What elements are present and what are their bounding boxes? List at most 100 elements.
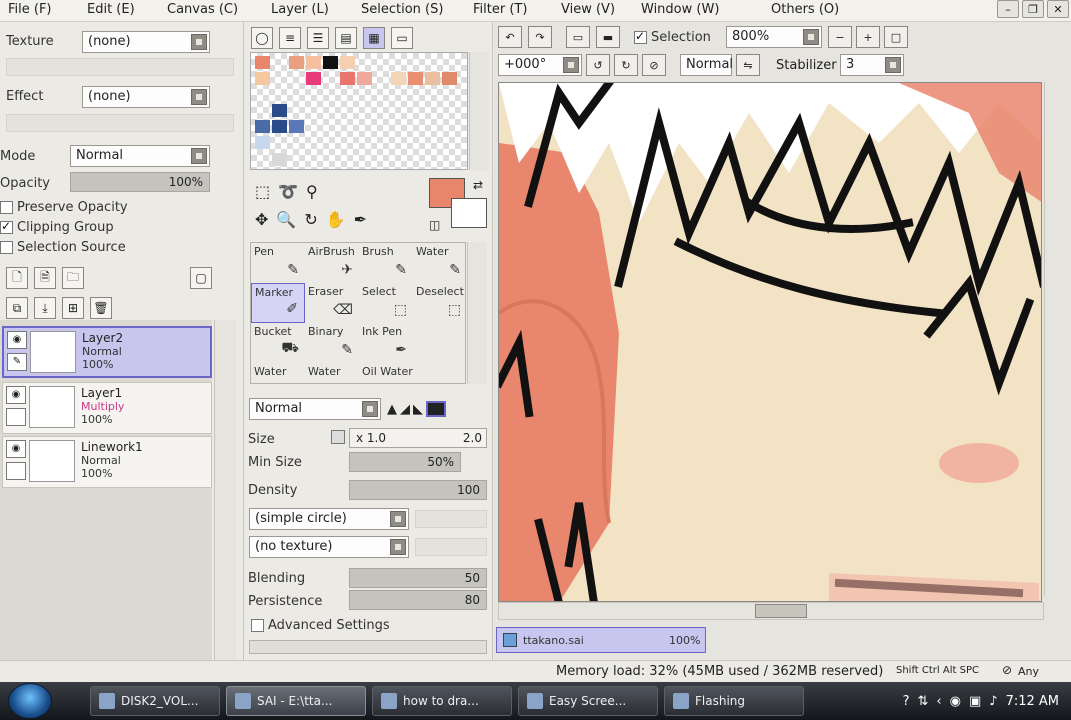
rotate-reset-icon[interactable]: ⊘ — [642, 54, 666, 76]
brush-texture-select[interactable]: (no texture) — [249, 536, 409, 558]
layer-item[interactable]: ◉ ✎ Layer2 Normal 100% — [2, 326, 212, 378]
swatch[interactable] — [272, 120, 287, 133]
merge-down-icon[interactable]: ⊞ — [62, 297, 84, 319]
swatch[interactable] — [340, 56, 355, 69]
edge-hard-icon[interactable]: ▲ — [387, 402, 397, 417]
lasso-icon[interactable]: ➰ — [278, 182, 298, 201]
tray-expand-icon[interactable]: ‹ — [936, 694, 941, 709]
selection-source-checkbox[interactable]: Selection Source — [0, 240, 126, 255]
edge-flat-icon[interactable] — [426, 401, 446, 417]
blend-mode-select[interactable]: Normal — [70, 145, 210, 167]
tool-ink-pen[interactable]: Ink Pen ✒ — [359, 323, 413, 363]
swatch[interactable] — [255, 136, 270, 149]
persistence-slider[interactable]: 80 — [349, 590, 487, 610]
color-mixer-icon[interactable]: ▤ — [335, 27, 357, 49]
layer-item[interactable]: ◉ Linework1 Normal 100% — [2, 436, 212, 488]
edge-medium-icon[interactable]: ◣ — [413, 402, 423, 417]
start-button[interactable] — [8, 683, 52, 719]
tool-eraser[interactable]: Eraser ⌫ — [305, 283, 359, 323]
taskbar-item[interactable]: Easy Scree... — [518, 686, 658, 716]
density-slider[interactable]: 100 — [349, 480, 487, 500]
zoom-icon[interactable]: 🔍 — [276, 210, 296, 229]
tool-select[interactable]: Select ⬚ — [359, 283, 413, 323]
menu-file[interactable]: File (F) — [0, 0, 79, 22]
swatch[interactable] — [391, 72, 406, 85]
invert-selection-icon[interactable]: ▬ — [596, 26, 620, 48]
help-icon[interactable]: ? — [903, 694, 910, 709]
transparent-color-icon[interactable]: ◫ — [429, 218, 440, 232]
canvas-vertical-scrollbar[interactable] — [1044, 82, 1064, 596]
panel-horizontal-scrollbar[interactable] — [249, 640, 487, 654]
swatch[interactable] — [289, 56, 304, 69]
menu-others[interactable]: Others (O) — [763, 0, 863, 22]
clock[interactable]: 7:12 AM — [1006, 694, 1059, 709]
tool-grid-scrollbar[interactable] — [467, 242, 487, 384]
volume-icon[interactable]: ♪ — [989, 694, 997, 709]
magic-wand-icon[interactable]: ⚲ — [306, 182, 318, 201]
canvas-blend-select[interactable]: Normal — [680, 54, 733, 76]
swatch-scrollbar[interactable] — [469, 52, 489, 170]
tool-oil-water[interactable]: Oil Water — [359, 363, 413, 383]
new-layer-icon[interactable]: 🗋 — [6, 267, 28, 289]
tool-water[interactable]: Water ✎ — [413, 243, 467, 283]
lock-icon[interactable] — [6, 462, 26, 480]
zoom-select[interactable]: 800% — [726, 26, 822, 48]
tool-binary[interactable]: Binary ✎ — [305, 323, 359, 363]
taskbar-item[interactable]: how to dra... — [372, 686, 512, 716]
swatch[interactable] — [357, 72, 372, 85]
menu-canvas[interactable]: Canvas (C) — [159, 0, 263, 22]
swatch[interactable] — [255, 72, 270, 85]
menu-selection[interactable]: Selection (S) — [353, 0, 465, 22]
restore-icon[interactable]: ❐ — [1022, 0, 1044, 18]
close-icon[interactable]: ✕ — [1047, 0, 1069, 18]
swatch[interactable] — [289, 120, 304, 133]
menu-filter[interactable]: Filter (T) — [465, 0, 553, 22]
zoom-out-icon[interactable]: − — [828, 26, 852, 48]
copy-layer-icon[interactable]: ⧉ — [6, 297, 28, 319]
swatch[interactable] — [255, 56, 270, 69]
rgb-slider-icon[interactable]: ≡ — [279, 27, 301, 49]
tool-water-2[interactable]: Water — [251, 363, 305, 383]
stabilizer-select[interactable]: 3 — [840, 54, 904, 76]
transfer-down-icon[interactable]: ⤓ — [34, 297, 56, 319]
taskbar-item[interactable]: SAI - E:\tta... — [226, 686, 366, 716]
lock-icon[interactable] — [6, 408, 26, 426]
tool-marker[interactable]: Marker ✐ — [251, 283, 305, 323]
canvas-tab[interactable]: ttakano.sai 100% — [496, 627, 706, 653]
clipping-group-checkbox[interactable]: Clipping Group — [0, 219, 114, 235]
redo-icon[interactable]: ↷ — [528, 26, 552, 48]
tool-pen[interactable]: Pen ✎ — [251, 243, 305, 283]
new-folder-icon[interactable]: 🗀 — [62, 267, 84, 289]
min-size-slider[interactable]: 50% — [349, 452, 461, 472]
eye-icon[interactable]: ◉ — [6, 386, 26, 404]
taskbar-item[interactable]: DISK2_VOL... — [90, 686, 220, 716]
canvas-horizontal-scrollbar[interactable] — [498, 602, 1044, 620]
security-icon[interactable]: ◉ — [950, 694, 961, 709]
zoom-in-icon[interactable]: + — [856, 26, 880, 48]
preserve-opacity-checkbox[interactable]: Preserve Opacity — [0, 200, 128, 215]
deselect-icon[interactable]: ▭ — [566, 26, 590, 48]
brush-shape-select[interactable]: (simple circle) — [249, 508, 409, 530]
rect-select-icon[interactable]: ⬚ — [255, 182, 270, 201]
move-icon[interactable]: ✥ — [255, 210, 268, 229]
drawing-canvas[interactable] — [498, 82, 1042, 602]
swatches-icon[interactable]: ▦ — [363, 27, 385, 49]
menu-layer[interactable]: Layer (L) — [263, 0, 353, 22]
size-lock-icon[interactable] — [331, 430, 345, 444]
menu-view[interactable]: View (V) — [553, 0, 633, 22]
new-linework-layer-icon[interactable]: 🗎 — [34, 267, 56, 289]
scratchpad-icon[interactable]: ▭ — [391, 27, 413, 49]
delete-layer-icon[interactable]: 🗑 — [90, 297, 112, 319]
texture-select[interactable]: (none) — [82, 31, 210, 53]
edge-soft-icon[interactable]: ◢ — [400, 402, 410, 417]
rotate-left-icon[interactable]: ↺ — [586, 54, 610, 76]
menu-edit[interactable]: Edit (E) — [79, 0, 159, 22]
minimize-icon[interactable]: – — [997, 0, 1019, 18]
network-icon[interactable]: ⇅ — [918, 694, 929, 709]
swatch[interactable] — [442, 72, 457, 85]
swatch[interactable] — [408, 72, 423, 85]
rotate-icon[interactable]: ↻ — [304, 210, 317, 229]
swatch[interactable] — [340, 72, 355, 85]
rotate-right-icon[interactable]: ↻ — [614, 54, 638, 76]
swatch[interactable] — [323, 56, 338, 69]
